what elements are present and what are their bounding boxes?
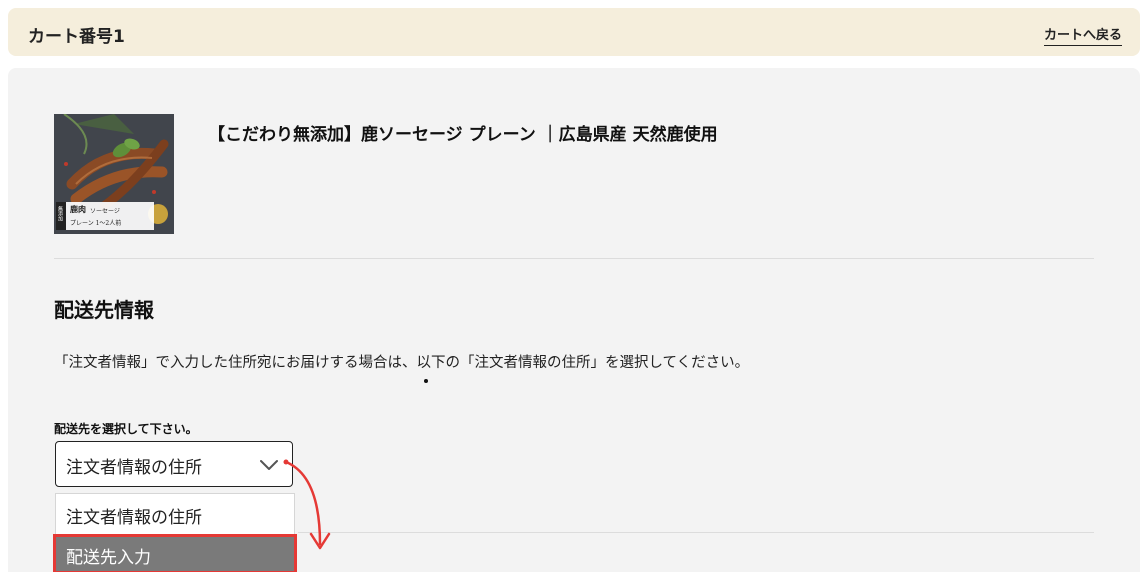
dot-marker [424,379,428,383]
page: カート番号1 カートへ戻る 鹿肉 ソーセージ プレーン 1〜2人前 無添加 【こ… [0,0,1146,572]
chevron-down-icon [260,456,278,475]
divider [54,258,1094,259]
option-label: 注文者情報の住所 [66,508,202,528]
shipping-description: 「注文者情報」で入力した住所宛にお届けする場合は、以下の「注文者情報の住所」を選… [54,355,750,371]
product-name: 【こだわり無添加】鹿ソーセージ プレーン ｜広島県産 天然鹿使用 [208,125,718,145]
image-label-main: 鹿肉 [70,204,86,214]
shipping-dropdown-list: 注文者情報の住所 配送先入力 [53,493,297,572]
shipping-field-label: 配送先を選択して下さい。 [54,422,198,436]
shipping-select[interactable]: 注文者情報の住所 [55,441,293,487]
cart-title: カート番号1 [28,27,125,47]
sausage-image [54,114,174,234]
option-enter-address[interactable]: 配送先入力 [53,534,297,572]
option-orderer-address[interactable]: 注文者情報の住所 [56,494,294,532]
cart-header: カート番号1 カートへ戻る [8,8,1140,56]
image-side-tag: 無添加 [57,206,63,221]
option-label: 配送先入力 [66,548,151,568]
product-image: 鹿肉 ソーセージ プレーン 1〜2人前 無添加 [54,114,174,234]
shipping-section-title: 配送先情報 [54,298,154,322]
divider-lower [298,532,1094,533]
back-to-cart-link[interactable]: カートへ戻る [1043,24,1122,46]
cart-panel: 鹿肉 ソーセージ プレーン 1〜2人前 無添加 【こだわり無添加】鹿ソーセージ … [8,68,1140,572]
image-label-sub: ソーセージ [90,208,120,215]
select-current-value: 注文者情報の住所 [66,458,202,478]
image-label-line2: プレーン 1〜2人前 [70,220,122,227]
